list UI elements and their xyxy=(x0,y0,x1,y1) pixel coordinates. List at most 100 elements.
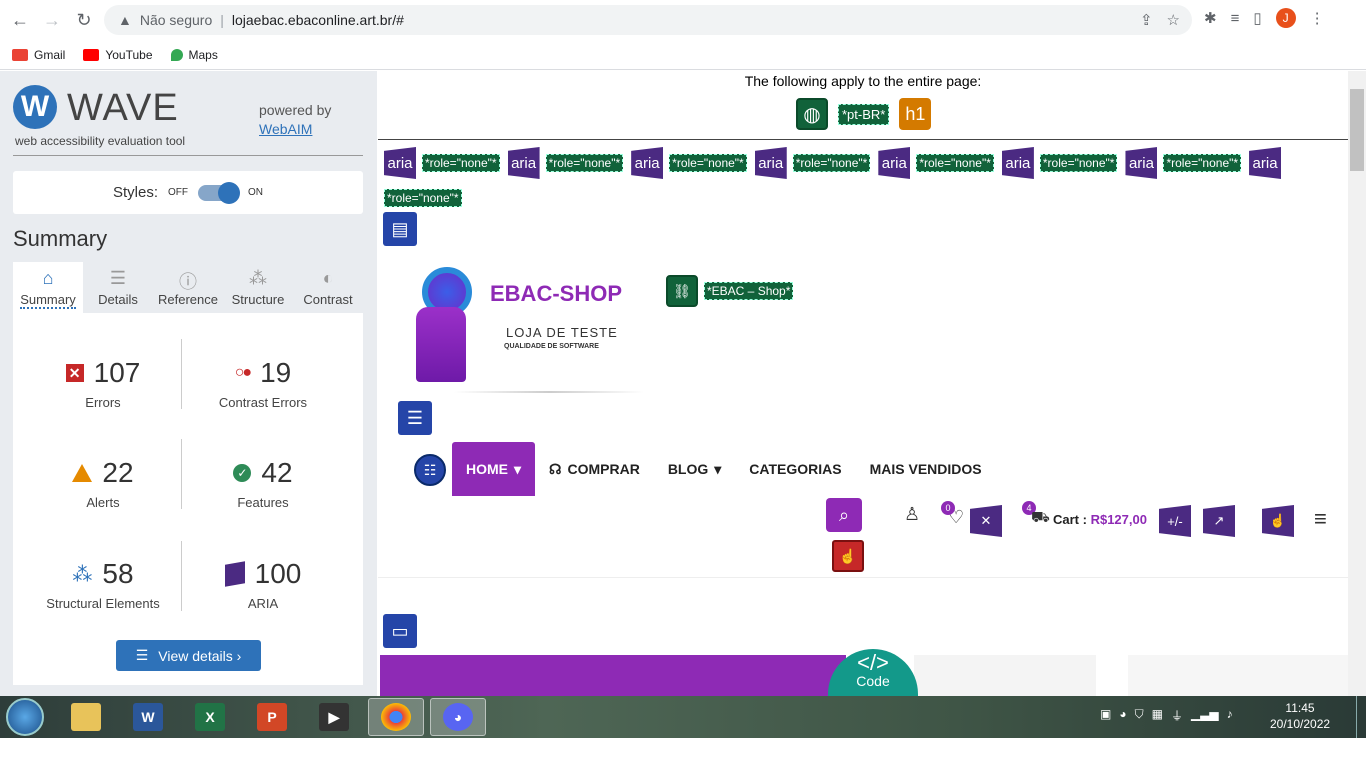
aria-icon[interactable]: aria xyxy=(1125,147,1158,179)
cart-icon[interactable]: ⛟ xyxy=(1031,509,1050,528)
bookmark-label: Gmail xyxy=(34,47,66,62)
cart-price: R$127,00 xyxy=(1090,512,1147,527)
stat-contrast-errors[interactable]: ○● 19 Contrast Errors xyxy=(178,357,348,410)
user-icon[interactable]: ♙ xyxy=(904,504,920,525)
header-region-icon[interactable]: ▤ xyxy=(383,212,417,246)
contrast-error-icon: ○● xyxy=(234,364,252,381)
logo-title: EBAC-SHOP xyxy=(490,281,623,306)
aria-icon[interactable]: aria xyxy=(507,147,540,179)
excel-icon: X xyxy=(195,703,225,731)
tab-contrast[interactable]: ◐ Contrast xyxy=(293,262,363,313)
word-icon: W xyxy=(133,703,163,731)
h1-alert-icon[interactable]: h1 xyxy=(899,98,932,130)
gmail-icon xyxy=(12,48,28,61)
tray-app-icon[interactable]: ▣ xyxy=(1100,707,1111,724)
share-icon[interactable]: ⇪ xyxy=(1140,11,1153,29)
stat-value: 100 xyxy=(254,558,302,589)
main-region-icon[interactable]: ▭ xyxy=(383,614,417,648)
network-tray-icon[interactable]: ▦ xyxy=(1152,707,1163,724)
taskbar-chrome[interactable] xyxy=(368,698,424,736)
stat-errors[interactable]: ✕ 107 Errors xyxy=(18,357,188,410)
aria-icon[interactable]: aria xyxy=(1001,147,1034,179)
aria-hidden-icon[interactable]: ✕ xyxy=(970,505,1002,537)
search-button[interactable]: ⌕ xyxy=(826,498,862,532)
start-button-icon[interactable] xyxy=(6,698,44,736)
forward-arrow-icon[interactable]: → xyxy=(38,6,66,34)
volume-icon[interactable]: ♪ xyxy=(1227,707,1233,724)
stat-value: 19 xyxy=(260,357,292,388)
chevron-down-icon: ▾ xyxy=(714,460,722,477)
stat-features[interactable]: ✓ 42 Features xyxy=(178,457,348,510)
product-image[interactable] xyxy=(914,655,1096,696)
tab-summary[interactable]: ⌂ Summary xyxy=(13,262,83,313)
aria-icon[interactable]: aria xyxy=(754,147,787,179)
image-alt-annotation: ⛓ *EBAC – Shop* xyxy=(666,275,801,307)
taskbar-word[interactable]: W xyxy=(120,698,176,736)
cart-summary[interactable]: Cart : R$127,00 xyxy=(1053,512,1147,527)
aria-expanded-icon[interactable]: +/- xyxy=(1159,505,1191,537)
error-empty-button-icon[interactable]: ☝ xyxy=(832,540,864,572)
side-panel-icon[interactable]: ▯ xyxy=(1253,9,1261,27)
discord-tray-icon[interactable]: ◕ xyxy=(1119,707,1126,724)
aria-icon[interactable]: aria xyxy=(878,147,911,179)
nav-home[interactable]: HOME ▾ xyxy=(452,442,536,496)
aria-icon[interactable]: aria xyxy=(631,147,664,179)
taskbar-excel[interactable]: X xyxy=(182,698,238,736)
bookmark-gmail[interactable]: Gmail xyxy=(12,48,65,62)
nav-comprar[interactable]: ☊ COMPRAR xyxy=(535,442,654,496)
bookmark-label: Maps xyxy=(188,47,218,62)
bookmark-maps[interactable]: Maps xyxy=(170,47,218,62)
unordered-list-icon[interactable]: ☷ xyxy=(414,454,446,486)
styles-on-label: ON xyxy=(248,187,263,198)
tab-reference[interactable]: ⓘ Reference xyxy=(153,262,223,313)
nav-mais-vendidos[interactable]: MAIS VENDIDOS xyxy=(856,442,996,496)
code-badge[interactable]: </> Code xyxy=(828,649,918,696)
media-control-icon[interactable]: ≡ xyxy=(1231,10,1240,27)
stat-alerts[interactable]: 22 Alerts xyxy=(18,457,188,510)
aria-icon[interactable]: aria xyxy=(384,147,416,179)
nav-categorias[interactable]: CATEGORIAS xyxy=(735,442,855,496)
globe-icon[interactable]: ◍ xyxy=(796,98,828,130)
nav-blog[interactable]: BLOG ▾ xyxy=(654,442,735,496)
taskbar-powerpoint[interactable]: P xyxy=(244,698,300,736)
show-desktop-button[interactable] xyxy=(1356,696,1366,738)
menu-kebab-icon[interactable]: ⋮ xyxy=(1310,9,1325,27)
reload-icon[interactable]: ↻ xyxy=(70,6,98,34)
site-logo[interactable]: EBAC-SHOP LOJA DE TESTE QUALIDADE DE SOF… xyxy=(414,267,644,397)
styles-off-label: OFF xyxy=(168,187,188,198)
scrollbar-thumb[interactable] xyxy=(1350,89,1364,171)
security-label: Não seguro xyxy=(139,12,213,28)
taskbar-explorer[interactable] xyxy=(58,698,114,736)
styles-toggle[interactable] xyxy=(198,181,240,204)
page-scrollbar[interactable] xyxy=(1348,71,1366,696)
profile-avatar[interactable]: J xyxy=(1275,8,1296,28)
bookmark-youtube[interactable]: YouTube xyxy=(83,48,153,62)
chrome-icon xyxy=(381,703,411,731)
taskbar-discord[interactable]: ◕ xyxy=(430,698,486,736)
address-bar[interactable]: ▲ Não seguro | lojaebac.ebaconline.art.b… xyxy=(104,5,1192,35)
nav-region-icon[interactable]: ☰ xyxy=(398,401,432,435)
taskbar-media-player[interactable]: ▶ xyxy=(306,698,362,736)
aria-icon[interactable]: aria xyxy=(1249,147,1282,179)
bookmark-star-icon[interactable]: ☆ xyxy=(1167,11,1180,29)
stat-structural[interactable]: ⁂ 58 Structural Elements xyxy=(18,558,188,611)
product-image[interactable] xyxy=(1128,655,1348,696)
role-tag: *role="none"* xyxy=(1163,154,1242,172)
webaim-link[interactable]: WebAIM xyxy=(259,120,331,139)
view-details-button[interactable]: ☰ View details › xyxy=(116,640,261,671)
aria-popup-icon[interactable]: ↗ xyxy=(1203,505,1235,537)
security-tray-icon[interactable]: ⛉ xyxy=(1135,707,1144,724)
extensions-icon[interactable]: ✱ xyxy=(1204,9,1217,27)
tab-structure[interactable]: ⁂ Structure xyxy=(223,262,293,313)
system-clock[interactable]: 11:45 20/10/2022 xyxy=(1270,700,1330,732)
usb-tray-icon[interactable]: ⏚ xyxy=(1171,707,1183,724)
linked-image-icon[interactable]: ⛓ xyxy=(666,275,698,307)
stat-aria[interactable]: 100 ARIA xyxy=(178,558,348,611)
signal-icon[interactable]: ▁▃▅ xyxy=(1191,707,1219,724)
wave-logo: W WAVE xyxy=(13,85,178,129)
aria-tabindex-icon[interactable]: ☝ xyxy=(1262,505,1294,537)
back-arrow-icon[interactable]: ← xyxy=(6,6,34,34)
tab-details[interactable]: ☰ Details xyxy=(83,262,153,313)
hamburger-menu-icon[interactable]: ≡ xyxy=(1314,506,1327,532)
language-tag: *pt-BR* xyxy=(838,103,890,125)
